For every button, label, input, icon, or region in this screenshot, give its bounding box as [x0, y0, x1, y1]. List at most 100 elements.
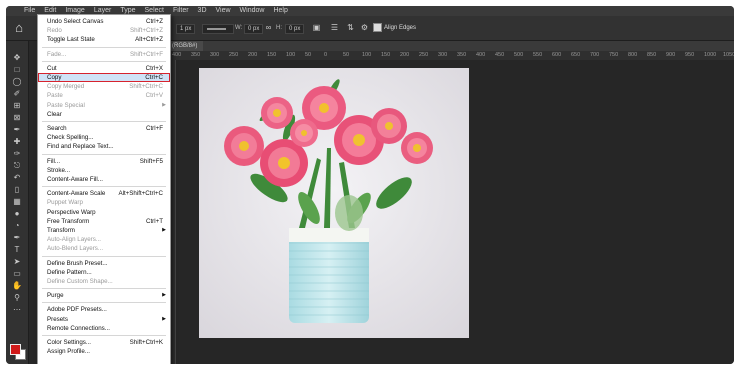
- ruler-tick-label: 400: [172, 52, 182, 58]
- menu-item-search[interactable]: Search Ctrl+F: [38, 124, 170, 133]
- home-icon[interactable]: ⌂: [12, 21, 26, 35]
- ruler-tick-label: 150: [267, 52, 277, 58]
- menu-item-free-transform[interactable]: Free Transform Ctrl+T: [38, 217, 170, 226]
- menu-item-clear[interactable]: Clear: [38, 110, 170, 119]
- menu-item-shortcut: Alt+Shift+Ctrl+C: [118, 190, 163, 198]
- pen-icon[interactable]: ✒: [11, 233, 23, 243]
- eraser-icon[interactable]: ▯: [11, 185, 23, 195]
- menu-view[interactable]: View: [216, 6, 231, 16]
- menu-item-label: Copy Merged: [47, 83, 85, 91]
- menu-item-assign-profile[interactable]: Assign Profile...: [38, 347, 170, 356]
- healing-icon[interactable]: ✚: [11, 137, 23, 147]
- menu-item-content-aware-scale[interactable]: Content-Aware Scale Alt+Shift+Ctrl+C: [38, 189, 170, 198]
- stroke-size-field[interactable]: 1 px: [176, 24, 196, 34]
- menu-file[interactable]: File: [24, 6, 35, 16]
- stamp-icon[interactable]: ⎋: [11, 161, 23, 171]
- hand-icon[interactable]: ✋: [11, 281, 23, 291]
- menu-item-fade[interactable]: Fade... Shift+Ctrl+F: [38, 50, 170, 59]
- submenu-arrow-icon: ▶: [162, 315, 166, 322]
- menu-item-copy[interactable]: Copy Ctrl+C: [38, 73, 170, 82]
- menu-item-paste-special[interactable]: Paste Special ▶: [38, 101, 170, 110]
- menu-item-label: Presets: [47, 315, 68, 323]
- menu-item-content-aware-fill[interactable]: Content-Aware Fill...: [38, 175, 170, 184]
- ruler-tick-label: 700: [590, 52, 600, 58]
- menu-item-define-pattern[interactable]: Define Pattern...: [38, 268, 170, 277]
- menu-item-adobe-pdf-presets[interactable]: Adobe PDF Presets...: [38, 305, 170, 314]
- rectangle-icon[interactable]: ▭: [11, 269, 23, 279]
- menu-item-check-spelling[interactable]: Check Spelling...: [38, 133, 170, 142]
- more-tools-icon[interactable]: ⋯: [11, 305, 23, 315]
- dodge-icon[interactable]: ◔: [11, 221, 23, 231]
- ruler-tick-label: 300: [438, 52, 448, 58]
- menu-item-auto-align-layers[interactable]: Auto-Align Layers...: [38, 235, 170, 244]
- menu-item-copy-merged[interactable]: Copy Merged Shift+Ctrl+C: [38, 82, 170, 91]
- type-icon[interactable]: T: [11, 245, 23, 255]
- menu-item-remote-connections[interactable]: Remote Connections...: [38, 324, 170, 333]
- menu-item-toggle-last-state[interactable]: Toggle Last State Alt+Ctrl+Z: [38, 35, 170, 44]
- gear-icon[interactable]: ⚙: [360, 23, 369, 32]
- menu-item-presets[interactable]: Presets ▶: [38, 315, 170, 324]
- menu-item-puppet-warp[interactable]: Puppet Warp: [38, 198, 170, 207]
- stroke-type-dropdown[interactable]: [202, 24, 234, 34]
- menu-item-shortcut: Ctrl+X: [145, 64, 163, 72]
- menu-item-undo-select-canvas[interactable]: Undo Select Canvas Ctrl+Z: [38, 17, 170, 26]
- path-arrangement-icon[interactable]: ⇅: [346, 23, 355, 32]
- quick-select-icon[interactable]: ✐: [11, 89, 23, 99]
- menu-item-label: Clear: [47, 110, 62, 118]
- menu-item-color-settings[interactable]: Color Settings... Shift+Ctrl+K: [38, 338, 170, 347]
- menu-item-label: Color Settings...: [47, 339, 92, 346]
- document-tab[interactable]: (RGB/8#): [166, 41, 204, 51]
- menu-item-label: Stroke...: [47, 166, 71, 174]
- photoshop-window: File Edit Image Layer Type Select Filter…: [6, 6, 734, 364]
- gradient-icon[interactable]: ▦: [11, 197, 23, 207]
- menu-item-auto-blend-layers[interactable]: Auto-Blend Layers...: [38, 244, 170, 253]
- link-icon[interactable]: ∞: [264, 23, 273, 32]
- menu-item-transform[interactable]: Transform ▶: [38, 226, 170, 235]
- ruler-tick-label: 650: [571, 52, 581, 58]
- path-operations-icon[interactable]: ▣: [312, 23, 321, 32]
- width-field[interactable]: 0 px: [244, 24, 264, 34]
- align-edges-checkbox[interactable]: [373, 23, 382, 32]
- flower-vase-photo[interactable]: [199, 68, 469, 338]
- menu-item-define-brush-preset[interactable]: Define Brush Preset...: [38, 259, 170, 268]
- marquee-icon[interactable]: □: [11, 65, 23, 75]
- menu-item-label: Undo Select Canvas: [47, 18, 104, 25]
- menu-item-redo[interactable]: Redo Shift+Ctrl+Z: [38, 26, 170, 35]
- path-alignment-icon[interactable]: ☰: [330, 23, 339, 32]
- menu-window[interactable]: Window: [240, 6, 265, 16]
- menu-item-label: Fill...: [47, 157, 61, 165]
- eyedropper-icon[interactable]: ✒: [11, 125, 23, 135]
- lasso-icon[interactable]: ◯: [11, 77, 23, 87]
- move-icon[interactable]: ✥: [11, 53, 23, 63]
- brush-icon[interactable]: ✑: [11, 149, 23, 159]
- menu-item-perspective-warp[interactable]: Perspective Warp: [38, 208, 170, 217]
- ruler-tick-label: 150: [381, 52, 391, 58]
- menu-item-shortcut: Ctrl+C: [145, 74, 163, 81]
- menu-filter[interactable]: Filter: [173, 6, 189, 16]
- menu-item-label: Remote Connections...: [47, 324, 110, 332]
- zoom-icon[interactable]: ⚲: [11, 293, 23, 303]
- menu-separator: [42, 335, 166, 336]
- frame-icon[interactable]: ⊠: [11, 113, 23, 123]
- menu-item-fill[interactable]: Fill... Shift+F5: [38, 157, 170, 166]
- path-select-icon[interactable]: ➤: [11, 257, 23, 267]
- height-field[interactable]: 0 px: [285, 24, 305, 34]
- flower-vase-image: [199, 68, 469, 338]
- menu-item-purge[interactable]: Purge ▶: [38, 291, 170, 300]
- history-brush-icon[interactable]: ↶: [11, 173, 23, 183]
- crop-icon[interactable]: ⊞: [11, 101, 23, 111]
- ruler-tick-label: 800: [628, 52, 638, 58]
- menu-help[interactable]: Help: [273, 6, 287, 16]
- blur-icon[interactable]: ●: [11, 209, 23, 219]
- foreground-color-swatch[interactable]: [10, 344, 21, 355]
- menu-item-paste[interactable]: Paste Ctrl+V: [38, 91, 170, 100]
- menu-item-label: Purge: [47, 292, 64, 300]
- submenu-arrow-icon: ▶: [162, 227, 166, 233]
- menu-item-cut[interactable]: Cut Ctrl+X: [38, 64, 170, 73]
- menu-item-stroke[interactable]: Stroke...: [38, 166, 170, 175]
- menu-item-define-custom-shape[interactable]: Define Custom Shape...: [38, 277, 170, 286]
- edit-menu-dropdown: Undo Select Canvas Ctrl+Z Redo Shift+Ctrl+Z…: [37, 14, 171, 364]
- menu-3d[interactable]: 3D: [198, 6, 207, 16]
- menu-item-shortcut: Alt+Ctrl+Z: [135, 36, 163, 44]
- menu-item-find-and-replace-text[interactable]: Find and Replace Text...: [38, 142, 170, 151]
